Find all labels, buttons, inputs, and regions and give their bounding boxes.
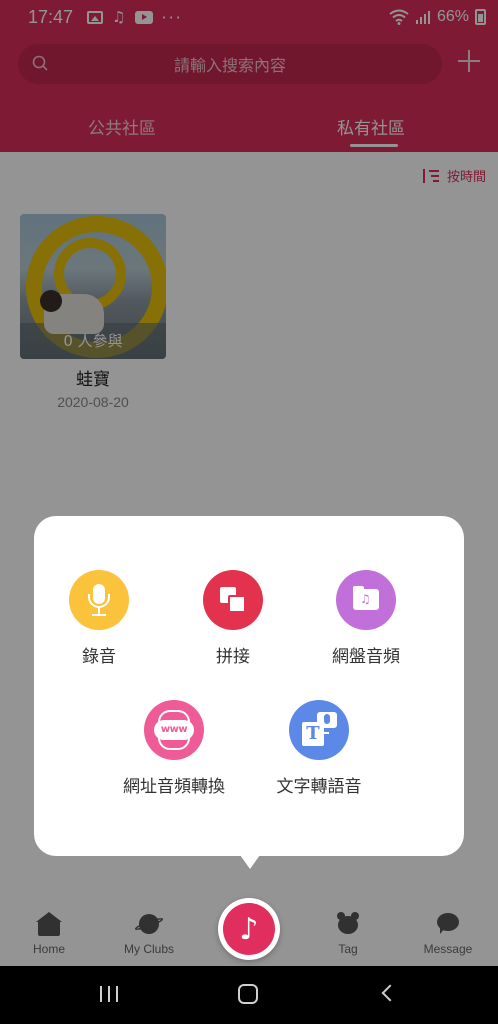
cloud-audio-label: 網盤音頻 xyxy=(332,647,400,667)
record-label: 錄音 xyxy=(82,647,116,667)
home-system-icon[interactable] xyxy=(238,984,258,1004)
system-navigation-bar xyxy=(0,966,498,1024)
record-action[interactable]: 錄音 xyxy=(44,570,154,667)
recents-icon[interactable] xyxy=(100,986,118,1002)
www-icon: www xyxy=(144,700,204,760)
cloud-folder-icon: ♫ xyxy=(336,570,396,630)
center-music-button[interactable]: ♪ xyxy=(218,898,280,960)
splice-action[interactable]: 拼接 xyxy=(178,570,288,667)
text-to-speech-label: 文字轉語音 xyxy=(276,777,362,797)
create-action-popup: 錄音 拼接 ♫ 網盤音頻 www 網址音頻轉換 T 文字轉語音 xyxy=(34,516,464,856)
cloud-audio-action[interactable]: ♫ 網盤音頻 xyxy=(311,570,421,667)
microphone-icon xyxy=(69,570,129,630)
text-to-speech-icon: T xyxy=(289,700,349,760)
splice-label: 拼接 xyxy=(216,647,250,667)
text-to-speech-action[interactable]: T 文字轉語音 xyxy=(264,700,374,797)
back-icon[interactable] xyxy=(381,984,399,1002)
popup-pointer xyxy=(240,855,260,869)
url-audio-convert-action[interactable]: www 網址音頻轉換 xyxy=(114,700,234,797)
splice-icon xyxy=(203,570,263,630)
music-note-icon: ♪ xyxy=(223,903,275,955)
url-audio-convert-label: 網址音頻轉換 xyxy=(123,777,225,797)
